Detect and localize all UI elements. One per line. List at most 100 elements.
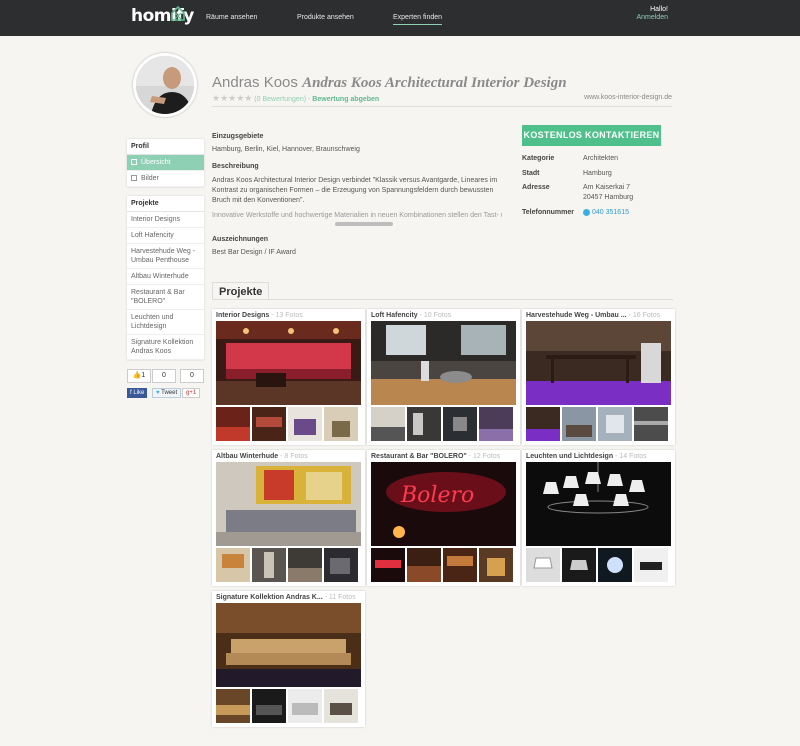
project-main-image[interactable] (526, 462, 671, 546)
kategorie-label: Kategorie (522, 155, 555, 162)
project-thumbnail[interactable] (288, 548, 322, 582)
sidebar-item-signature[interactable]: Signature Kollektion Andras Koos (127, 335, 204, 360)
project-thumbnail[interactable] (252, 407, 286, 441)
google-plus-button[interactable]: g+1 (182, 388, 201, 398)
project-card-signature[interactable]: Signature Kollektion Andras K... - 11 Fo… (212, 591, 365, 727)
nav-produkte-ansehen[interactable]: Produkte ansehen (297, 14, 354, 21)
adresse-line1: Am Kaiserkai 7 (583, 184, 631, 191)
kategorie-value: Architekten (583, 155, 619, 162)
project-card-loft-hafencity[interactable]: Loft Hafencity - 10 Fotos (367, 309, 520, 445)
sidebar-item-leuchten[interactable]: Leuchten und Lichtdesign (127, 310, 204, 335)
project-thumbnail[interactable] (371, 548, 405, 582)
project-thumbnail[interactable] (216, 407, 250, 441)
top-navigation-bar: homify Räume ansehen Produkte ansehen Ex… (0, 0, 800, 36)
auszeichnungen-label: Auszeichnungen (212, 236, 269, 243)
facebook-like-button[interactable]: f Like (127, 388, 148, 398)
project-thumbnail[interactable] (324, 689, 358, 723)
house-logo-icon (171, 5, 185, 21)
project-card-bolero[interactable]: Restaurant & Bar "BOLERO" - 12 Fotos Bol… (367, 450, 520, 586)
sidebar-item-uebersicht[interactable]: Übersicht (127, 155, 204, 171)
project-card-title: Restaurant & Bar "BOLERO" - 12 Fotos (371, 453, 501, 460)
sidebar-item-interior-designs[interactable]: Interior Designs (127, 212, 204, 228)
project-thumbnail[interactable] (443, 548, 477, 582)
project-thumbnail[interactable] (562, 548, 596, 582)
sidebar-projekte-box: Projekte Interior Designs Loft Hafencity… (127, 196, 204, 360)
plus-count-box: 0 (180, 369, 204, 383)
tweet-label: Tweet (161, 390, 178, 396)
project-thumbnail[interactable] (598, 548, 632, 582)
project-thumbnail[interactable] (324, 407, 358, 441)
stadt-value: Hamburg (583, 170, 612, 177)
like-count: 1 (141, 372, 146, 379)
project-main-image[interactable]: Bolero (371, 462, 516, 546)
project-thumbnail[interactable] (324, 548, 358, 582)
project-thumbnail[interactable] (479, 407, 513, 441)
project-thumbnail[interactable] (252, 689, 286, 723)
project-card-title: Altbau Winterhude - 8 Fotos (216, 453, 308, 460)
beschreibung-label: Beschreibung (212, 163, 259, 170)
project-main-image[interactable] (216, 462, 361, 546)
project-thumbnail[interactable] (598, 407, 632, 441)
project-card-title: Leuchten und Lichtdesign - 14 Fotos (526, 453, 647, 460)
project-thumbnail[interactable] (479, 548, 513, 582)
telefon-value[interactable]: 040 351615 (583, 208, 629, 218)
greeting: Hallo! (650, 6, 668, 13)
project-thumbnail[interactable] (634, 548, 668, 582)
project-card-title: Signature Kollektion Andras K... - 11 Fo… (216, 594, 356, 601)
project-card-harvestehude[interactable]: Harvestehude Weg - Umbau ... - 16 Fotos (522, 309, 675, 445)
sidebar-item-bolero[interactable]: Restaurant & Bar "BOLERO" (127, 285, 204, 310)
rate-link[interactable]: Bewertung abgeben (312, 96, 379, 103)
project-main-image[interactable] (526, 321, 671, 405)
header-divider (212, 106, 672, 107)
project-main-image[interactable] (216, 321, 361, 405)
sidebar-item-label: Bilder (141, 175, 159, 182)
project-thumbnail[interactable] (371, 407, 405, 441)
sidebar-item-loft-hafencity[interactable]: Loft Hafencity (127, 228, 204, 244)
nav-raeume-ansehen[interactable]: Räume ansehen (206, 14, 257, 21)
project-card-title: Harvestehude Weg - Umbau ... - 16 Fotos (526, 312, 661, 319)
project-thumbnail[interactable] (443, 407, 477, 441)
sidebar-item-altbau-winterhude[interactable]: Altbau Winterhude (127, 269, 204, 285)
sidebar-item-bilder[interactable]: Bilder (127, 171, 204, 187)
project-thumbnail[interactable] (216, 548, 250, 582)
sidebar-projekte-heading: Projekte (127, 196, 204, 212)
project-thumbnail[interactable] (526, 548, 560, 582)
tweet-count-box: 0 (152, 369, 176, 383)
project-thumbnail[interactable] (634, 407, 668, 441)
stadt-label: Stadt (522, 170, 540, 177)
project-main-image[interactable] (216, 603, 361, 687)
login-link[interactable]: Anmelden (636, 14, 668, 21)
project-thumbnail[interactable] (526, 407, 560, 441)
project-card-leuchten[interactable]: Leuchten und Lichtdesign - 14 Fotos (522, 450, 675, 586)
like-count-box[interactable]: 👍1 (127, 369, 151, 383)
project-card-title: Interior Designs - 13 Fotos (216, 312, 303, 319)
project-thumbnail[interactable] (562, 407, 596, 441)
tab-projekte[interactable]: Projekte (212, 282, 270, 300)
project-card-title: Loft Hafencity - 10 Fotos (371, 312, 452, 319)
contact-button[interactable]: KOSTENLOS KONTAKTIEREN (522, 125, 661, 146)
review-count[interactable]: (0 Bewertungen) (254, 96, 306, 103)
project-thumbnail[interactable] (216, 689, 250, 723)
project-card-altbau-winterhude[interactable]: Altbau Winterhude - 8 Fotos (212, 450, 365, 586)
nav-experten-finden[interactable]: Experten finden (393, 14, 443, 25)
project-thumbnail[interactable] (288, 689, 322, 723)
sidebar-profil-heading: Profil (127, 139, 204, 155)
project-thumbnail[interactable] (288, 407, 322, 441)
star-rating-icon[interactable]: ★★★★★ (212, 93, 252, 103)
description-scrollbar[interactable] (335, 222, 393, 226)
project-card-interior-designs[interactable]: Interior Designs - 13 Fotos (212, 309, 365, 445)
sidebar-item-harvestehude[interactable]: Harvestehude Weg - Umbau Penthouse (127, 244, 204, 269)
facebook-like-label: Like (133, 390, 145, 396)
project-thumbnail[interactable] (407, 407, 441, 441)
adresse-label: Adresse (522, 184, 550, 191)
project-thumbnail[interactable] (407, 548, 441, 582)
tab-divider (212, 299, 673, 300)
project-main-image[interactable] (371, 321, 516, 405)
project-thumbnail[interactable] (252, 548, 286, 582)
beschreibung-text-more: Innovative Werkstoffe und hochwertige Ma… (212, 212, 502, 219)
google-plus-label: +1 (189, 390, 197, 396)
website-link[interactable]: www.koos-interior-design.de (584, 94, 672, 101)
tweet-button[interactable]: ♥ Tweet (152, 388, 182, 398)
profile-name: Andras Koos Andras Koos Architectural In… (212, 74, 567, 91)
svg-text:Bolero: Bolero (400, 483, 474, 508)
